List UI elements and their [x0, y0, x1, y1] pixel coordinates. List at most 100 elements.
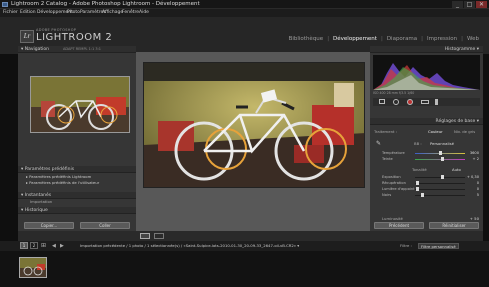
- wb-select[interactable]: Personnalisé: [430, 141, 454, 146]
- blacks-slider[interactable]: Noirs 5: [382, 192, 479, 198]
- loupe-icon[interactable]: [140, 233, 150, 239]
- module-print[interactable]: Impression: [427, 36, 457, 42]
- page-2-button[interactable]: 2: [30, 242, 38, 249]
- module-develop[interactable]: Développement: [333, 36, 377, 42]
- filmstrip: [0, 251, 489, 287]
- forward-icon[interactable]: ▶: [60, 241, 64, 251]
- minimize-button[interactable]: _: [452, 1, 463, 8]
- module-separator: |: [421, 36, 424, 42]
- maximize-button[interactable]: □: [464, 1, 475, 8]
- module-library[interactable]: Bibliothèque: [289, 36, 324, 42]
- eyedropper-icon[interactable]: ✎: [376, 140, 381, 147]
- filter-select[interactable]: Filtre personnalisé: [418, 243, 459, 249]
- filmstrip-thumbnail[interactable]: [19, 257, 47, 278]
- module-separator: |: [327, 36, 330, 42]
- zoom-options[interactable]: ADAPT REMPL 1:1 3:1: [63, 46, 101, 53]
- history-header[interactable]: ▾ Historique: [18, 207, 136, 214]
- module-web[interactable]: Web: [467, 36, 479, 42]
- navigator-preview[interactable]: [30, 76, 130, 133]
- snapshots-title: Instantanés: [24, 193, 52, 198]
- histogram-header[interactable]: Histogramme ▾: [370, 46, 483, 53]
- copy-button[interactable]: Copier...: [24, 222, 74, 229]
- slider-knob[interactable]: [416, 181, 419, 185]
- paste-button[interactable]: Coller: [80, 222, 130, 229]
- filter-label: Filtre :: [400, 243, 412, 248]
- slider-value[interactable]: 5: [477, 192, 479, 198]
- treatment-bw-option[interactable]: Niv. de gris: [454, 129, 475, 134]
- module-separator: |: [461, 36, 463, 42]
- snapshots-header[interactable]: ▾ Instantanés: [18, 192, 136, 199]
- treatment-color-option[interactable]: Couleur: [428, 129, 443, 134]
- thumbnail-photo: [20, 258, 46, 277]
- spot-icon[interactable]: [393, 99, 399, 105]
- preset-folder-user[interactable]: ▸ Paramètres prédéfinis de l'utilisateur: [26, 180, 99, 186]
- collapse-triangle-icon: ▾: [475, 47, 479, 52]
- slider-label: Noirs: [382, 193, 392, 197]
- slider-track[interactable]: [415, 177, 465, 178]
- tint-slider[interactable]: Teinte + 2: [382, 156, 479, 162]
- toolbar: [18, 231, 483, 241]
- preset-folder-label: Paramètres prédéfinis de l'utilisateur: [29, 180, 100, 185]
- preset-folder-label: Paramètres prédéfinis Lightroom: [29, 174, 92, 179]
- menu-photo[interactable]: Photo: [67, 9, 80, 17]
- crop-icon[interactable]: [379, 99, 385, 104]
- module-slideshow[interactable]: Diaporama: [387, 36, 417, 42]
- left-panel: ▾ Navigation ADAPT REMPL 1:1 3:1 ▾ Param…: [18, 46, 136, 231]
- previous-button[interactable]: Précédent: [374, 222, 424, 229]
- menu-aide[interactable]: Aide: [139, 9, 149, 17]
- tone-auto-button[interactable]: Auto: [452, 167, 461, 172]
- history-title: Historique: [24, 208, 48, 213]
- basic-title: Réglages de base: [435, 119, 476, 124]
- slider-track[interactable]: [415, 183, 465, 184]
- menu-fenetre[interactable]: Fenêtre: [122, 9, 139, 17]
- close-button[interactable]: ✕: [476, 1, 487, 8]
- photo-image: [144, 63, 364, 187]
- compare-icon[interactable]: [154, 233, 164, 239]
- back-icon[interactable]: ◀: [52, 241, 56, 251]
- presets-header[interactable]: ▾ Paramètres prédéfinis: [18, 166, 136, 173]
- wb-label: BB :: [414, 141, 422, 146]
- redeye-icon[interactable]: [407, 99, 413, 105]
- luminosity-value[interactable]: + 50: [470, 216, 479, 221]
- menu-bar: Fichier Edition Développement Photo Para…: [0, 9, 489, 17]
- title-bar: Lightroom 2 Catalog - Adobe Photoshop Li…: [0, 0, 489, 9]
- tool-strip: [373, 98, 480, 106]
- luminosity-label: Luminosité: [382, 216, 403, 221]
- window-title: Lightroom 2 Catalog - Adobe Photoshop Li…: [11, 1, 200, 7]
- slider-track[interactable]: [415, 159, 465, 160]
- treatment-label: Traitement :: [374, 129, 397, 134]
- slider-knob[interactable]: [441, 175, 444, 179]
- brand-big: LIGHTROOM 2: [36, 32, 113, 43]
- slider-knob[interactable]: [421, 193, 424, 197]
- graduated-filter-icon[interactable]: [421, 100, 429, 104]
- brush-icon[interactable]: [435, 99, 438, 105]
- right-panel: Histogramme ▾ ISO 400 28 mm f/3.5 1/60 R…: [370, 46, 483, 231]
- slider-track[interactable]: [415, 189, 465, 190]
- slider-knob[interactable]: [441, 157, 444, 161]
- page-1-button[interactable]: 1: [20, 242, 28, 249]
- filmstrip-source[interactable]: Importation précédente / 1 photo / 1 sél…: [80, 241, 299, 251]
- slider-knob[interactable]: [438, 151, 442, 155]
- menu-edition[interactable]: Edition: [20, 9, 36, 17]
- reset-button[interactable]: Réinitialiser: [429, 222, 479, 229]
- basic-header[interactable]: Réglages de base ▾: [370, 118, 483, 125]
- histogram-readout: ISO 400 28 mm f/3.5 1/60: [373, 91, 415, 95]
- slider-value[interactable]: + 2: [473, 156, 479, 162]
- slider-knob[interactable]: [416, 187, 419, 191]
- module-separator: |: [380, 36, 383, 42]
- navigator-photo: [31, 77, 129, 132]
- menu-fichier[interactable]: Fichier: [3, 9, 18, 17]
- collapse-triangle-icon: ▾: [475, 119, 479, 124]
- histogram-graph: [373, 63, 480, 90]
- history-step-import[interactable]: Importation: [30, 199, 52, 205]
- main-photo[interactable]: [143, 62, 365, 188]
- histogram[interactable]: [373, 55, 480, 90]
- lightroom-logo-icon: Lr: [20, 30, 34, 43]
- navigator-title: Navigation: [24, 47, 49, 52]
- module-picker: Bibliothèque | Développement | Diaporama | Imp…: [287, 36, 481, 42]
- filmstrip-bar: 1 2 ⊞ ◀ ▶ Importation précédente / 1 pho…: [0, 241, 489, 251]
- menu-affichage[interactable]: Affichage: [102, 9, 123, 17]
- tone-label: Tonalité: [412, 167, 427, 172]
- histogram-title: Histogramme: [444, 47, 476, 52]
- grid-icon[interactable]: ⊞: [41, 241, 46, 251]
